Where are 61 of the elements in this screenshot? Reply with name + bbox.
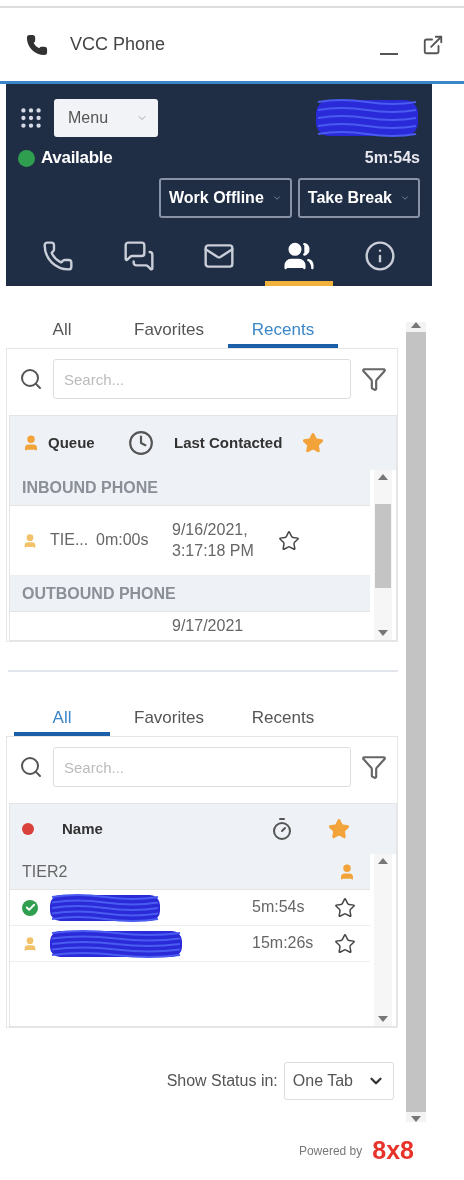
table-cell: TIE... bbox=[50, 530, 86, 551]
show-status-label: Show Status in: bbox=[166, 1072, 278, 1090]
search-icon[interactable] bbox=[19, 367, 43, 391]
tab[interactable]: Recents bbox=[228, 702, 338, 736]
scroll-up-icon[interactable] bbox=[411, 322, 421, 328]
table-cell-text: 15m:26s bbox=[252, 933, 315, 954]
chat-icon bbox=[122, 239, 155, 272]
minimize-icon bbox=[380, 52, 398, 55]
table-cell-text: 5m:54s bbox=[252, 897, 306, 918]
status-dropdown[interactable]: Work Offline bbox=[158, 178, 292, 218]
clock-icon bbox=[128, 430, 154, 456]
star-icon bbox=[328, 818, 350, 840]
scrollbar[interactable] bbox=[374, 854, 392, 1026]
show-status-select[interactable]: One Tab bbox=[283, 1062, 394, 1100]
tab[interactable]: Favorites bbox=[110, 702, 228, 736]
scroll-down-icon[interactable] bbox=[378, 1016, 388, 1022]
info-icon bbox=[363, 239, 396, 272]
caret-icon bbox=[400, 193, 410, 203]
caret-icon bbox=[271, 193, 282, 203]
timer-icon bbox=[270, 817, 294, 841]
tab[interactable]: Favorites bbox=[110, 314, 228, 348]
window-title: VCC Phone bbox=[70, 34, 167, 55]
app-grid-icon[interactable] bbox=[18, 105, 44, 131]
favorite-star-icon[interactable] bbox=[278, 529, 300, 552]
powered-by-label: Powered by bbox=[298, 1143, 363, 1158]
favorite-star-icon[interactable] bbox=[334, 896, 356, 919]
scroll-down-icon[interactable] bbox=[378, 630, 388, 636]
person-icon bbox=[338, 862, 356, 881]
table-cell-text: 0m:00s bbox=[96, 530, 150, 551]
group-heading: INBOUND PHONE bbox=[22, 478, 158, 497]
scroll-up-icon[interactable] bbox=[378, 858, 388, 864]
column-header: Last Contacted bbox=[174, 434, 284, 452]
scroll-down-icon[interactable] bbox=[411, 1116, 421, 1122]
search-field[interactable]: Search... bbox=[53, 747, 351, 787]
table-cell-text: 9/16/2021, 3:17:18 PM bbox=[172, 519, 255, 561]
popout-icon[interactable] bbox=[422, 33, 444, 56]
star-icon bbox=[302, 432, 324, 454]
scroll-up-icon[interactable] bbox=[378, 474, 388, 480]
person-icon bbox=[22, 434, 40, 452]
search-icon[interactable] bbox=[19, 755, 43, 779]
favorite-star-icon[interactable] bbox=[334, 932, 356, 955]
filter-icon[interactable] bbox=[361, 366, 387, 392]
status-label: Available bbox=[41, 148, 113, 168]
filter-icon[interactable] bbox=[361, 754, 387, 780]
group-heading: OUTBOUND PHONE bbox=[22, 584, 176, 603]
menu-dropdown[interactable]: Menu bbox=[54, 99, 158, 137]
phone-icon bbox=[26, 33, 48, 56]
tab[interactable]: All bbox=[14, 314, 110, 348]
status-timer: 5m:54s bbox=[364, 149, 420, 167]
scrollbar[interactable] bbox=[374, 470, 392, 640]
group-heading: TIER2 bbox=[22, 862, 68, 881]
scroll-thumb[interactable] bbox=[375, 504, 391, 588]
brand-logo: 8x8 bbox=[372, 1136, 414, 1165]
person-icon bbox=[22, 532, 38, 549]
search-field[interactable]: Search... bbox=[53, 359, 351, 399]
status-icon bbox=[22, 823, 34, 835]
status-dropdown[interactable]: Take Break bbox=[297, 178, 420, 218]
phone-icon bbox=[42, 239, 75, 272]
table-cell-text: 9/17/2021 bbox=[172, 616, 245, 637]
column-header: Queue bbox=[48, 434, 96, 452]
column-header: Name bbox=[62, 820, 104, 838]
